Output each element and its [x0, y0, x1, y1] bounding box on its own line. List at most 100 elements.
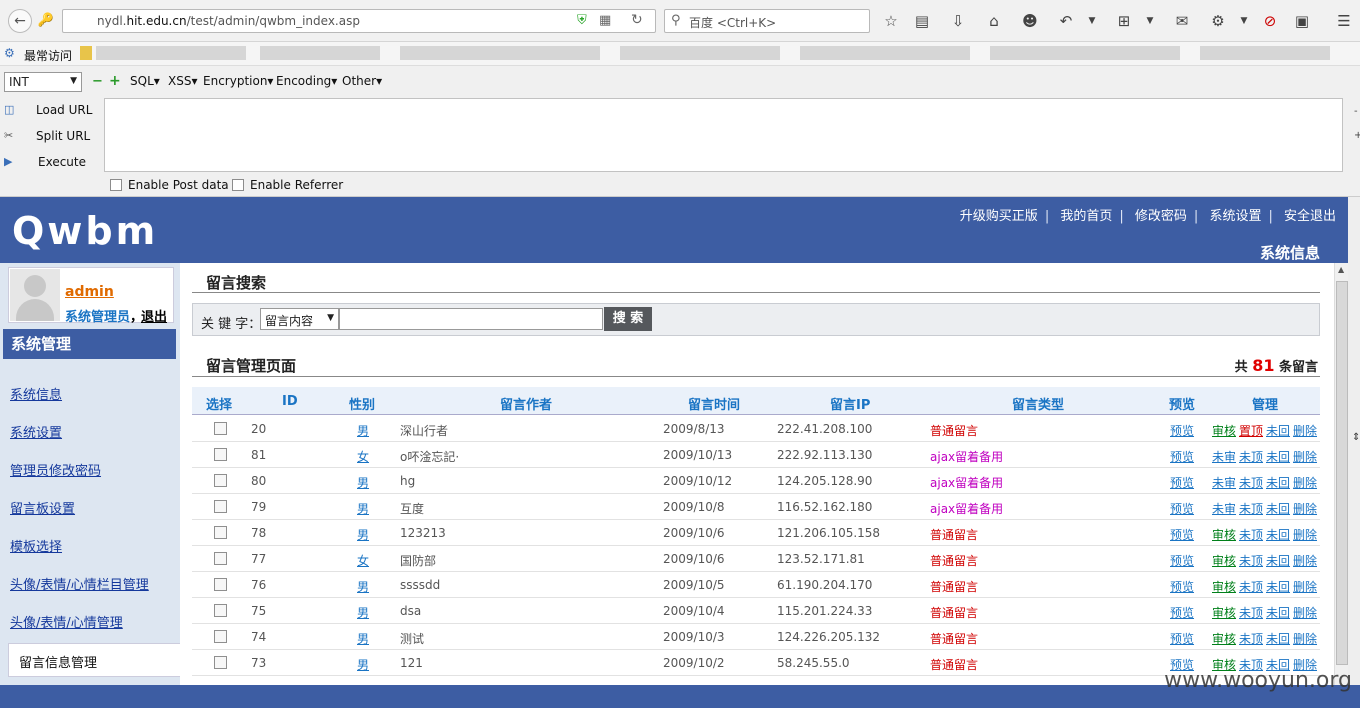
row-action-link[interactable]: 未回	[1266, 552, 1290, 569]
row-gender-link[interactable]: 男	[357, 474, 369, 491]
plugin-dropdown-icon[interactable]: ▼	[1234, 11, 1254, 31]
crop-icon[interactable]: ⊞	[1114, 11, 1134, 31]
top-link-settings[interactable]: 系统设置	[1209, 209, 1261, 224]
row-action-link[interactable]: 未审	[1212, 474, 1236, 491]
block-icon[interactable]: ⊘	[1260, 11, 1280, 31]
download-icon[interactable]: ⇩	[948, 11, 968, 31]
site-info-icon[interactable]: 🔑	[36, 11, 56, 31]
most-visited-label[interactable]: 最常访问	[24, 47, 72, 64]
row-action-link[interactable]: 删除	[1293, 552, 1317, 569]
row-gender-link[interactable]: 男	[357, 656, 369, 673]
search-field-select[interactable]: 留言内容 ▼	[260, 308, 339, 330]
row-preview-link[interactable]: 预览	[1170, 526, 1194, 543]
top-link-home[interactable]: 我的首页	[1060, 209, 1112, 224]
row-action-link[interactable]: 未顶	[1239, 474, 1263, 491]
row-action-link[interactable]: 删除	[1293, 578, 1317, 595]
row-action-link[interactable]: 审核	[1212, 604, 1236, 621]
row-gender-link[interactable]: 男	[357, 500, 369, 517]
row-preview-link[interactable]: 预览	[1170, 422, 1194, 439]
crop-dropdown-icon[interactable]: ▼	[1140, 11, 1160, 31]
top-link-change-password[interactable]: 修改密码	[1135, 209, 1187, 224]
resize-handle-icon[interactable]: ⇕	[1352, 432, 1360, 443]
row-action-link[interactable]: 未回	[1266, 526, 1290, 543]
row-action-link[interactable]: 审核	[1212, 526, 1236, 543]
row-action-link[interactable]: 未回	[1266, 422, 1290, 439]
plus-icon[interactable]: +	[109, 73, 121, 89]
scroll-thumb[interactable]	[1336, 281, 1348, 665]
row-preview-link[interactable]: 预览	[1170, 474, 1194, 491]
sidebar-item-template[interactable]: 模板选择	[10, 536, 62, 555]
plugin-icon[interactable]: ⚙	[1208, 11, 1228, 31]
blurred-bookmark[interactable]	[96, 46, 246, 60]
row-action-link[interactable]: 未顶	[1239, 552, 1263, 569]
menu-encryption[interactable]: Encryption▾	[203, 74, 273, 88]
row-gender-link[interactable]: 男	[357, 630, 369, 647]
row-action-link[interactable]: 删除	[1293, 604, 1317, 621]
chat-icon[interactable]: ✉	[1172, 11, 1192, 31]
row-action-link[interactable]: 未回	[1266, 604, 1290, 621]
enable-post-checkbox[interactable]: Enable Post data	[110, 178, 229, 192]
hackbar-scroll-up-icon[interactable]: -	[1354, 106, 1358, 117]
row-action-link[interactable]: 未审	[1212, 448, 1236, 465]
row-action-link[interactable]: 未顶	[1239, 578, 1263, 595]
blurred-bookmark[interactable]	[800, 46, 970, 60]
row-action-link[interactable]: 审核	[1212, 552, 1236, 569]
row-action-link[interactable]: 审核	[1212, 578, 1236, 595]
back-icon[interactable]: ←	[8, 9, 32, 33]
row-action-link[interactable]: 未顶	[1239, 500, 1263, 517]
menu-icon[interactable]: ☰	[1334, 11, 1354, 31]
sidebar-item-system-settings[interactable]: 系统设置	[10, 422, 62, 441]
row-gender-link[interactable]: 男	[357, 422, 369, 439]
row-gender-link[interactable]: 男	[357, 578, 369, 595]
sidebar-item-avatar-manage[interactable]: 头像/表情/心情管理	[10, 612, 123, 631]
row-checkbox[interactable]	[214, 604, 227, 617]
row-checkbox[interactable]	[214, 630, 227, 643]
row-gender-link[interactable]: 女	[357, 448, 369, 465]
shield-icon[interactable]: ⛨	[577, 13, 587, 28]
load-url-button[interactable]: ◫ Load URL	[0, 100, 100, 122]
sidebar-item-board-settings[interactable]: 留言板设置	[10, 498, 75, 517]
row-checkbox[interactable]	[214, 552, 227, 565]
row-action-link[interactable]: 未审	[1212, 500, 1236, 517]
row-action-link[interactable]: 未顶	[1239, 526, 1263, 543]
row-action-link[interactable]: 删除	[1293, 630, 1317, 647]
row-preview-link[interactable]: 预览	[1170, 578, 1194, 595]
row-action-link[interactable]: 未顶	[1239, 448, 1263, 465]
row-preview-link[interactable]: 预览	[1170, 630, 1194, 647]
row-gender-link[interactable]: 男	[357, 526, 369, 543]
row-action-link[interactable]: 未回	[1266, 500, 1290, 517]
bookmark-star-icon[interactable]: ☆	[881, 11, 901, 31]
row-checkbox[interactable]	[214, 656, 227, 669]
scroll-up-icon[interactable]: ▲	[1338, 265, 1344, 274]
checkbox-box[interactable]	[232, 179, 244, 191]
home-icon[interactable]: ⌂	[984, 11, 1004, 31]
row-action-link[interactable]: 未回	[1266, 630, 1290, 647]
row-preview-link[interactable]: 预览	[1170, 500, 1194, 517]
content-scrollbar[interactable]: ▲	[1334, 263, 1348, 685]
row-action-link[interactable]: 置顶	[1239, 422, 1263, 439]
row-action-link[interactable]: 未顶	[1239, 630, 1263, 647]
hackbar-url-textarea[interactable]	[104, 98, 1343, 172]
folder-icon[interactable]	[80, 46, 92, 60]
undo-icon[interactable]: ↶	[1056, 11, 1076, 31]
row-checkbox[interactable]	[214, 422, 227, 435]
minus-icon[interactable]: −	[92, 74, 103, 89]
row-preview-link[interactable]: 预览	[1170, 604, 1194, 621]
row-action-link[interactable]: 删除	[1293, 448, 1317, 465]
row-action-link[interactable]: 删除	[1293, 526, 1317, 543]
row-action-link[interactable]: 未回	[1266, 578, 1290, 595]
row-checkbox[interactable]	[214, 448, 227, 461]
menu-other[interactable]: Other▾	[342, 74, 382, 88]
sidebar-item-avatar-category[interactable]: 头像/表情/心情栏目管理	[10, 574, 149, 593]
menu-sql[interactable]: SQL▾	[130, 74, 160, 88]
sidebar-item-message-manage[interactable]: 留言信息管理	[8, 643, 180, 677]
blurred-bookmark[interactable]	[620, 46, 780, 60]
row-checkbox[interactable]	[214, 526, 227, 539]
row-checkbox[interactable]	[214, 474, 227, 487]
row-action-link[interactable]: 删除	[1293, 422, 1317, 439]
search-keyword-input[interactable]	[339, 308, 603, 330]
top-link-logout[interactable]: 安全退出	[1284, 209, 1336, 224]
execute-button[interactable]: ▶ Execute	[0, 152, 100, 174]
checkbox-box[interactable]	[110, 179, 122, 191]
user-name[interactable]: admin	[65, 284, 114, 300]
